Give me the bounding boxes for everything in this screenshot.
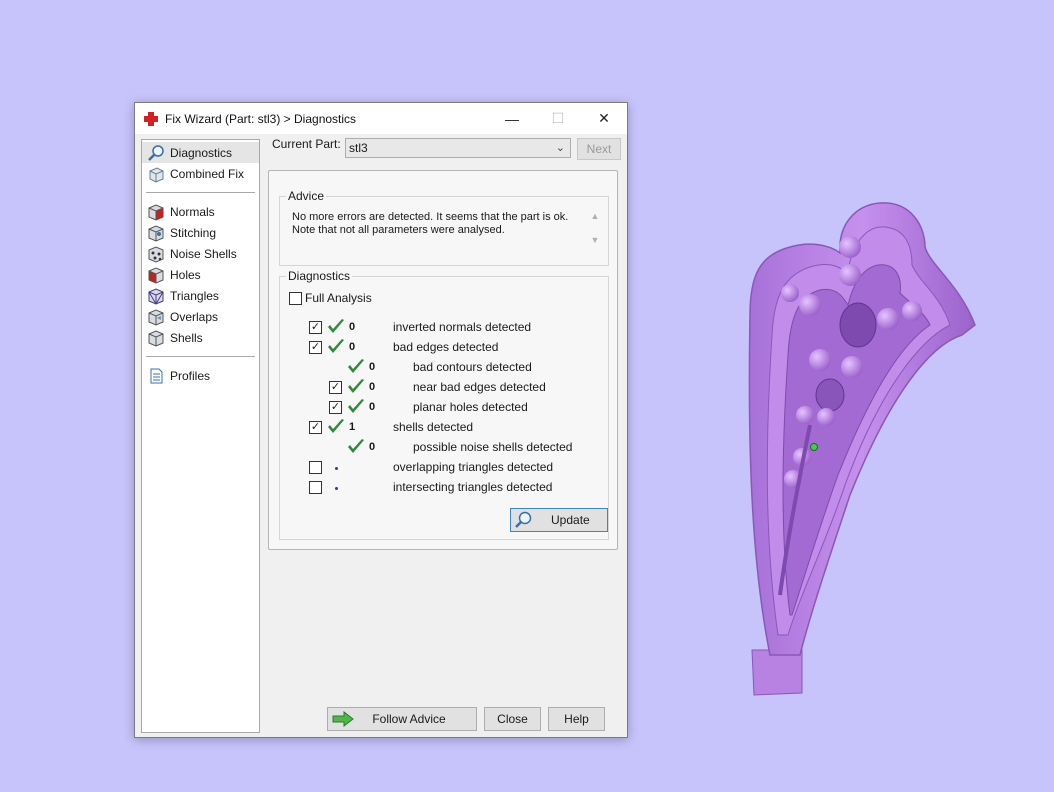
close-button[interactable]: Close (484, 707, 541, 731)
sidebar-item-label: Combined Fix (170, 166, 245, 181)
stitching-cube-icon (148, 224, 164, 242)
advice-line-1: No more errors are detected. It seems th… (292, 211, 569, 223)
diagnostic-label: planar holes detected (413, 400, 528, 414)
diagnostic-count: 0 (369, 441, 376, 453)
sidebar: Diagnostics Combined Fix Normals Stitchi… (141, 139, 260, 733)
green-check-icon (348, 399, 364, 413)
diagnostic-checkbox[interactable]: ✓ (309, 421, 322, 434)
maximize-button: ☐ (551, 110, 565, 126)
advice-title: Advice (286, 189, 327, 203)
next-button: Next (577, 138, 621, 160)
diagnostic-count: 0 (349, 321, 356, 333)
diagnostic-count: 1 (349, 421, 356, 433)
sidebar-item-label: Diagnostics (170, 145, 233, 160)
magnifier-icon (515, 511, 532, 528)
diagnostic-label: shells detected (393, 420, 474, 434)
follow-advice-label: Follow Advice (372, 712, 446, 726)
sidebar-divider (146, 192, 255, 193)
sidebar-item-noise-shells[interactable]: Noise Shells (142, 243, 259, 264)
diagnostic-label: bad edges detected (393, 340, 499, 354)
sidebar-item-combined-fix[interactable]: Combined Fix (142, 163, 259, 184)
part-model[interactable] (730, 195, 990, 705)
title-bar[interactable]: Fix Wizard (Part: stl3) > Diagnostics — … (135, 103, 627, 134)
update-label: Update (551, 513, 590, 527)
green-check-icon (328, 319, 344, 333)
sidebar-item-overlaps[interactable]: Overlaps (142, 306, 259, 327)
sidebar-item-label: Normals (170, 204, 215, 219)
sidebar-item-label: Holes (170, 267, 201, 282)
normals-cube-icon (148, 203, 164, 221)
close-window-button[interactable]: ✕ (581, 103, 627, 134)
status-dot-icon (335, 467, 338, 470)
diagnostic-label: overlapping triangles detected (393, 460, 554, 474)
noise-shells-cube-icon (148, 245, 164, 263)
profiles-document-icon (150, 368, 163, 383)
diagnostic-count: 0 (349, 341, 356, 353)
diagnostic-label: near bad edges detected (413, 380, 546, 394)
fix-wizard-dialog: Fix Wizard (Part: stl3) > Diagnostics — … (134, 102, 628, 738)
diagnostic-count: 0 (369, 381, 376, 393)
green-check-icon (348, 379, 364, 393)
magnifier-icon (148, 144, 164, 161)
advice-group: Advice No more errors are detected. It s… (279, 189, 609, 266)
advice-text: No more errors are detected. It seems th… (292, 211, 582, 237)
diagnostic-checkbox[interactable]: ✓ (309, 341, 322, 354)
scroll-down-icon: ▼ (590, 235, 600, 245)
sidebar-item-label: Overlaps (170, 309, 219, 324)
sidebar-item-profiles[interactable]: Profiles (142, 365, 259, 386)
diagnostic-checkbox[interactable]: ✓ (309, 321, 322, 334)
triangles-cube-icon (148, 287, 164, 305)
window-title: Fix Wizard (Part: stl3) > Diagnostics (165, 111, 357, 126)
sidebar-item-shells[interactable]: Shells (142, 327, 259, 348)
follow-advice-button[interactable]: Follow Advice (327, 707, 477, 731)
diagnostic-label: intersecting triangles detected (393, 480, 553, 494)
sidebar-item-label: Profiles (170, 368, 211, 383)
diagnostic-count: 0 (369, 401, 376, 413)
diagnostic-checkbox[interactable]: ✓ (329, 381, 342, 394)
minimize-button[interactable]: — (489, 103, 535, 134)
combined-fix-icon (149, 166, 164, 183)
chevron-down-icon: ⌄ (555, 142, 565, 154)
sidebar-item-label: Triangles (170, 288, 219, 303)
green-check-icon (348, 359, 364, 373)
green-check-icon (348, 439, 364, 453)
diagnostics-title: Diagnostics (286, 269, 353, 283)
shells-cube-icon (148, 329, 164, 347)
sidebar-item-label: Shells (170, 330, 203, 345)
help-button[interactable]: Help (548, 707, 605, 731)
green-arrow-icon (332, 711, 354, 727)
current-part-value: stl3 (349, 141, 368, 155)
diagnostics-panel: Advice No more errors are detected. It s… (268, 170, 618, 550)
sidebar-divider (146, 356, 255, 357)
sidebar-item-label: Stitching (170, 225, 217, 240)
update-button[interactable]: Update (510, 508, 608, 532)
diagnostic-count: 0 (369, 361, 376, 373)
full-analysis-checkbox[interactable] (289, 292, 302, 305)
current-part-label: Current Part: (272, 137, 341, 151)
diagnostics-group: Diagnostics Full Analysis ✓ 0 inverted nor… (279, 269, 609, 540)
green-check-icon (328, 419, 344, 433)
red-cross-icon (144, 111, 158, 126)
holes-cube-icon (148, 266, 164, 284)
sidebar-item-label: Noise Shells (170, 246, 237, 261)
sidebar-item-diagnostics[interactable]: Diagnostics (142, 142, 259, 163)
overlaps-cube-icon (148, 308, 164, 326)
sidebar-item-holes[interactable]: Holes (142, 264, 259, 285)
status-dot-icon (335, 487, 338, 490)
diagnostic-label: bad contours detected (413, 360, 532, 374)
sidebar-item-stitching[interactable]: Stitching (142, 222, 259, 243)
current-part-select[interactable]: stl3 ⌄ (345, 138, 571, 158)
diagnostic-label: possible noise shells detected (413, 440, 573, 454)
green-check-icon (328, 339, 344, 353)
diagnostic-checkbox[interactable] (309, 481, 322, 494)
sidebar-item-normals[interactable]: Normals (142, 201, 259, 222)
diagnostic-label: inverted normals detected (393, 320, 532, 334)
advice-line-2: Note that not all parameters were analys… (292, 224, 505, 236)
diagnostic-checkbox[interactable]: ✓ (329, 401, 342, 414)
diagnostic-checkbox[interactable] (309, 461, 322, 474)
full-analysis-label: Full Analysis (305, 291, 372, 305)
sidebar-item-triangles[interactable]: Triangles (142, 285, 259, 306)
advice-scrollbar[interactable]: ▲ ▼ (590, 211, 600, 251)
scroll-up-icon: ▲ (590, 211, 600, 221)
